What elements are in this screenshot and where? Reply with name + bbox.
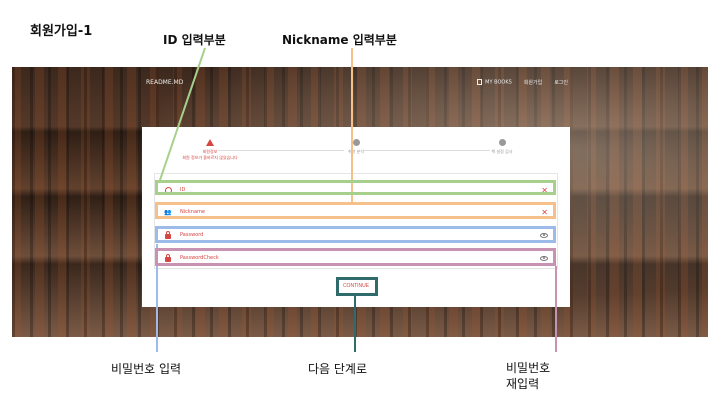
page-title: 회원가입-1 [30,24,93,39]
annotation-password-confirm-line1: 비밀번호 [506,361,551,375]
annotation-password-confirm-line2: 재입력 [506,377,540,391]
annotation-password-confirm: 비밀번호 재입력 [506,360,550,392]
annotation-password-input: 비밀번호 입력 [111,362,182,376]
step-label: 책 설정 감사 [491,149,513,154]
step-label: 취향 분석 [348,149,364,154]
book-icon [477,79,483,86]
nav-signup[interactable]: 회원가입 [524,79,542,86]
step-preference: 취향 분석 [296,135,416,155]
highlight-nickname [155,202,556,219]
step-book-settings: 책 설정 감사 [442,135,562,155]
top-nav: MY BOOKS 회원가입 로그인 [477,79,568,86]
step-error-message: 회원 정보가 올바르지 않았습니다 [182,155,238,160]
nav-my-books[interactable]: MY BOOKS [477,79,512,86]
progress-steps: 회원정보 회원 정보가 올바르지 않았습니다 취향 분석 책 설정 감사 [142,135,570,171]
highlight-password [155,226,556,243]
nav-login[interactable]: 로그인 [554,79,568,86]
highlight-password-check [155,248,556,266]
highlight-continue [336,277,378,296]
warning-triangle-icon [206,139,214,146]
brand-logo[interactable]: README.MD [146,79,183,86]
step-dot-icon [352,139,360,146]
step-account-info: 회원정보 회원 정보가 올바르지 않았습니다 [150,135,270,161]
nav-label: MY BOOKS [485,79,512,86]
highlight-id [155,180,556,195]
annotation-nickname-area: Nickname 입력부분 [282,33,397,47]
annotation-next-step: 다음 단계로 [308,362,368,376]
step-dot-icon [498,139,506,146]
annotation-id-area: ID 입력부분 [163,33,226,47]
